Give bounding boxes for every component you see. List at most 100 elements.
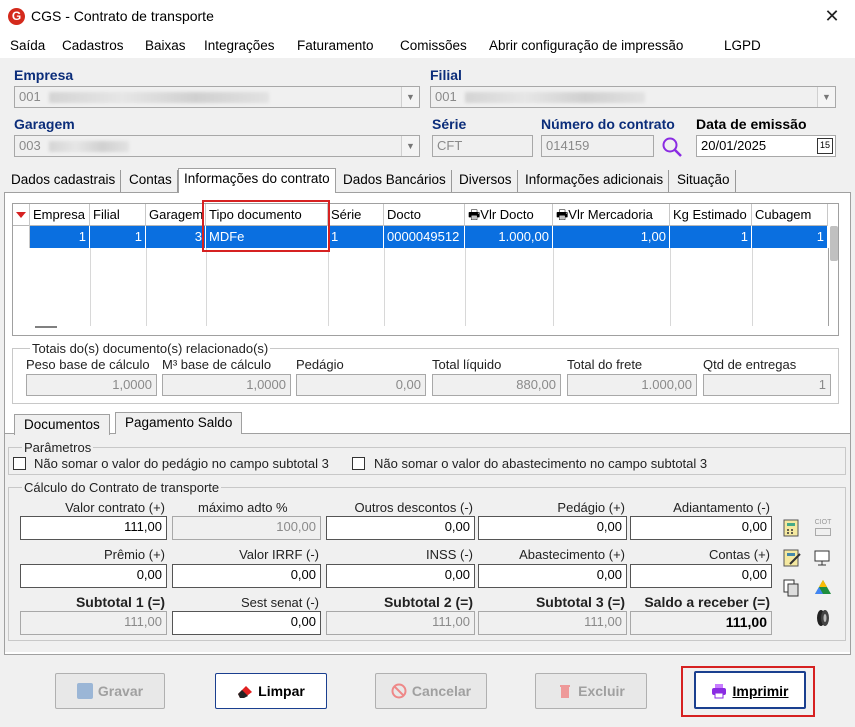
- grid-line: [670, 248, 671, 326]
- ciot-icon[interactable]: CIOT: [813, 518, 833, 538]
- total-liquido-field[interactable]: 880,00: [432, 374, 561, 396]
- serie-field[interactable]: CFT: [432, 135, 533, 157]
- numero-contrato-field[interactable]: 014159: [541, 135, 654, 157]
- inss-field[interactable]: 0,00: [326, 564, 475, 588]
- cell-vlr-docto[interactable]: 1.000,00: [465, 226, 553, 248]
- cancelar-button[interactable]: Cancelar: [375, 673, 487, 709]
- tab-dados-cadastrais[interactable]: Dados cadastrais: [6, 170, 122, 192]
- tab-diversos[interactable]: Diversos: [454, 170, 518, 192]
- adiantamento-field[interactable]: 0,00: [630, 516, 772, 540]
- col-vlr-mercadoria[interactable]: 🖶Vlr Mercadoria: [553, 204, 670, 226]
- subtotal1-field[interactable]: 111,00: [20, 611, 167, 635]
- filial-combo[interactable]: 001 ▼: [430, 86, 836, 108]
- checkbox-nao-somar-pedagio-label[interactable]: Não somar o valor do pedágio no campo su…: [34, 456, 329, 471]
- chevron-down-icon[interactable]: ▼: [401, 136, 419, 156]
- checkbox-nao-somar-abastecimento[interactable]: [352, 457, 365, 470]
- row-indicator: [13, 226, 30, 248]
- m3-base-field[interactable]: 1,0000: [162, 374, 291, 396]
- menu-cadastros[interactable]: Cadastros: [62, 38, 124, 53]
- abastecimento-field[interactable]: 0,00: [478, 564, 627, 588]
- gravar-label: Gravar: [97, 683, 144, 699]
- tab-dados-bancarios[interactable]: Dados Bancários: [338, 170, 452, 192]
- menu-lgpd[interactable]: LGPD: [724, 38, 761, 53]
- menu-comissoes[interactable]: Comissões: [400, 38, 467, 53]
- col-garagem[interactable]: Garagem: [146, 204, 206, 226]
- peso-base-field[interactable]: 1,0000: [26, 374, 157, 396]
- garagem-value: 003: [19, 138, 41, 153]
- monitor-icon[interactable]: [813, 548, 833, 568]
- excluir-button[interactable]: Excluir: [535, 673, 647, 709]
- menu-integracoes[interactable]: Integrações: [204, 38, 275, 53]
- col-empresa[interactable]: Empresa: [30, 204, 90, 226]
- tab-contas[interactable]: Contas: [124, 170, 178, 192]
- calendar-icon[interactable]: 15: [817, 138, 833, 154]
- limpar-button[interactable]: Limpar: [215, 673, 327, 709]
- total-frete-label: Total do frete: [567, 357, 643, 372]
- numero-contrato-label: Número do contrato: [541, 116, 675, 132]
- chevron-down-icon[interactable]: ▼: [817, 87, 835, 107]
- total-liquido-label: Total líquido: [432, 357, 502, 372]
- documents-grid[interactable]: Empresa Filial Garagem Tipo documento Sé…: [12, 203, 839, 336]
- checkbox-nao-somar-abastecimento-label[interactable]: Não somar o valor do abastecimento no ca…: [374, 456, 707, 471]
- sort-indicator-icon[interactable]: [13, 204, 30, 226]
- cell-docto[interactable]: 0000049512: [384, 226, 465, 248]
- contas-field[interactable]: 0,00: [630, 564, 772, 588]
- cell-filial[interactable]: 1: [90, 226, 146, 248]
- table-row[interactable]: 1 1 3 MDFe 1 0000049512 1.000,00 1,00 1 …: [13, 226, 828, 248]
- cell-vlr-mercadoria[interactable]: 1,00: [553, 226, 670, 248]
- tab-situacao[interactable]: Situação: [672, 170, 736, 192]
- imprimir-button[interactable]: Imprimir: [694, 671, 806, 709]
- cell-empresa[interactable]: 1: [30, 226, 90, 248]
- checkbox-nao-somar-pedagio[interactable]: [13, 457, 26, 470]
- data-emissao-field[interactable]: 20/01/2025 15: [696, 135, 836, 157]
- maximo-adto-field[interactable]: 100,00: [172, 516, 321, 540]
- subtotal3-field[interactable]: 111,00: [478, 611, 627, 635]
- saldo-receber-field[interactable]: 111,00: [630, 611, 772, 635]
- subtab-documentos[interactable]: Documentos: [14, 414, 110, 435]
- col-kg-estimado[interactable]: Kg Estimado: [670, 204, 752, 226]
- empresa-combo[interactable]: 001 ▼: [14, 86, 420, 108]
- menu-faturamento[interactable]: Faturamento: [297, 38, 374, 53]
- col-docto[interactable]: Docto: [384, 204, 465, 226]
- valor-irrf-field[interactable]: 0,00: [172, 564, 321, 588]
- col-serie[interactable]: Série: [328, 204, 384, 226]
- menu-saida[interactable]: Saída: [10, 38, 45, 53]
- calculator-edit-icon[interactable]: [782, 548, 802, 568]
- col-vlr-mercadoria-label: Vlr Mercadoria: [568, 207, 653, 222]
- cell-serie[interactable]: 1: [328, 226, 384, 248]
- vertical-scrollbar[interactable]: [830, 226, 838, 261]
- pedagio-total-field[interactable]: 0,00: [296, 374, 426, 396]
- drive-icon[interactable]: [813, 578, 833, 598]
- valor-contrato-field[interactable]: 111,00: [20, 516, 167, 540]
- calculator-icon[interactable]: [782, 518, 802, 538]
- chevron-down-icon[interactable]: ▼: [401, 87, 419, 107]
- menu-abrir-configuracao[interactable]: Abrir configuração de impressão: [489, 38, 683, 53]
- copy-icon[interactable]: [782, 578, 802, 598]
- sest-senat-field[interactable]: 0,00: [172, 611, 321, 635]
- menu-baixas[interactable]: Baixas: [145, 38, 186, 53]
- close-button[interactable]: ✕: [818, 4, 846, 28]
- col-vlr-docto[interactable]: 🖶Vlr Docto: [465, 204, 553, 226]
- qtd-entregas-label: Qtd de entregas: [703, 357, 797, 372]
- pedagio-field[interactable]: 0,00: [478, 516, 627, 540]
- horizontal-scrollbar[interactable]: [35, 326, 57, 328]
- filial-value: 001: [435, 89, 457, 104]
- qtd-entregas-field[interactable]: 1: [703, 374, 831, 396]
- serie-label: Série: [432, 116, 467, 132]
- col-cubagem[interactable]: Cubagem: [752, 204, 828, 226]
- tab-informacoes-contrato[interactable]: Informações do contrato: [178, 168, 336, 193]
- cell-cubagem[interactable]: 1: [752, 226, 828, 248]
- tab-informacoes-adicionais[interactable]: Informações adicionais: [520, 170, 670, 192]
- garagem-combo[interactable]: 003 ▼: [14, 135, 420, 157]
- col-filial[interactable]: Filial: [90, 204, 146, 226]
- gravar-button[interactable]: Gravar: [55, 673, 165, 709]
- outros-descontos-field[interactable]: 0,00: [326, 516, 475, 540]
- subtab-pagamento-saldo[interactable]: Pagamento Saldo: [115, 412, 243, 434]
- cell-kg-estimado[interactable]: 1: [670, 226, 752, 248]
- search-icon[interactable]: [660, 135, 684, 159]
- tire-icon[interactable]: [813, 608, 833, 628]
- total-frete-field[interactable]: 1.000,00: [567, 374, 697, 396]
- cell-garagem[interactable]: 3: [146, 226, 206, 248]
- premio-field[interactable]: 0,00: [20, 564, 167, 588]
- subtotal2-field[interactable]: 111,00: [326, 611, 475, 635]
